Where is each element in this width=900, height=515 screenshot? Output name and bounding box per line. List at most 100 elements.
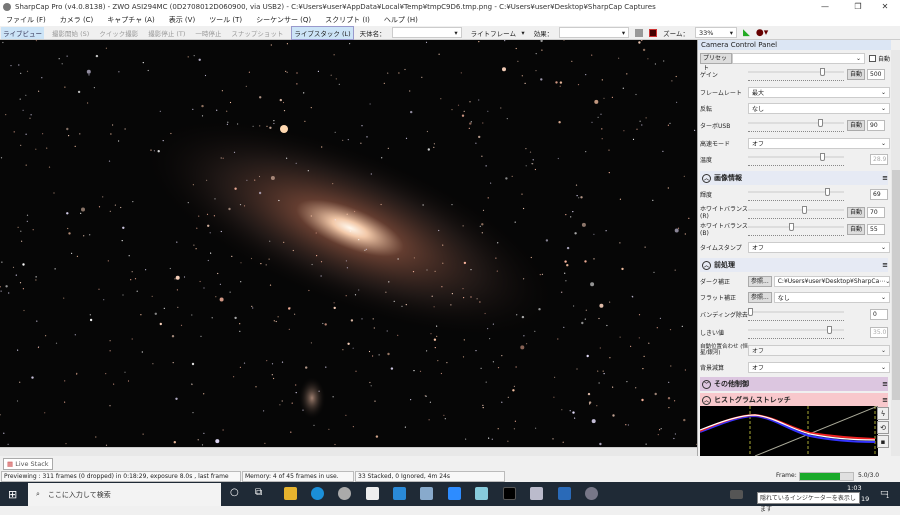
panel-scrollbar[interactable] (891, 50, 900, 456)
menu-icon[interactable]: ≡ (882, 261, 888, 269)
mail-icon[interactable] (393, 487, 406, 500)
focus-assist-icon[interactable]: ●▾ (756, 28, 768, 38)
collapse-icon[interactable]: ︿ (702, 174, 711, 183)
menu-scripting[interactable]: スクリプト (I) (325, 15, 370, 25)
tab-live-stack[interactable]: ▦ Live Stack (3, 458, 53, 470)
snapshot-button[interactable]: スナップショット (229, 27, 285, 39)
close-button[interactable]: ✕ (870, 0, 900, 13)
menu-sequencer[interactable]: シーケンサー (Q) (256, 15, 311, 25)
dark-browse-button[interactable]: 参照... (748, 275, 772, 287)
background-select[interactable]: オフ ⌄ (748, 361, 890, 373)
expand-icon[interactable]: ﹀ (702, 380, 711, 389)
app-icon[interactable] (338, 487, 351, 500)
live-stack-button[interactable]: ライブスタック (L) (291, 25, 354, 40)
histogram-icon[interactable]: ◣ (743, 28, 750, 38)
slider-thumb[interactable] (802, 206, 807, 214)
horizontal-scrollbar[interactable] (0, 447, 697, 456)
high-speed-select[interactable]: オフ ⌄ (748, 137, 890, 149)
wb-b-auto-button[interactable]: 自動 (847, 223, 866, 235)
flat-browse-button[interactable]: 参照... (748, 291, 772, 303)
taskbar-search-input[interactable]: ⌕ ここに入力して検索 (28, 483, 221, 506)
clock-time[interactable]: 1:03 (847, 484, 862, 492)
menu-camera[interactable]: カメラ (C) (60, 15, 94, 25)
brightness-slider[interactable] (748, 188, 844, 201)
minimize-button[interactable]: — (810, 0, 840, 13)
frame-type-select[interactable]: ライトフレーム ▾ (467, 27, 528, 38)
effect-select[interactable]: ▾ (559, 27, 630, 38)
quick-capture-button[interactable]: クイック撮影 (97, 27, 140, 39)
wb-b-value[interactable]: 55 (867, 223, 886, 235)
target-select[interactable]: ▾ (391, 27, 462, 38)
wb-r-value[interactable]: 70 (867, 206, 886, 218)
stop-capture-button[interactable]: 撮影停止 (T) (146, 27, 187, 39)
timestamp-select[interactable]: オフ ⌄ (748, 241, 890, 253)
edge-icon[interactable] (311, 487, 324, 500)
menu-icon[interactable]: ≡ (882, 380, 888, 388)
collapse-icon[interactable]: ︿ (702, 396, 711, 405)
notepad-icon[interactable] (475, 487, 488, 500)
menu-help[interactable]: ヘルプ (H) (384, 15, 418, 25)
save-icon[interactable]: ▪ (877, 435, 889, 448)
wb-b-slider[interactable] (748, 223, 844, 236)
section-other-controls[interactable]: ﹀ その他制御 ≡ (700, 377, 888, 391)
flip-select[interactable]: なし ⌄ (748, 102, 890, 114)
banding-slider[interactable] (748, 308, 844, 321)
gain-slider[interactable] (748, 68, 844, 81)
cortana-icon[interactable]: ○ (230, 487, 239, 498)
task-view-icon[interactable]: ⧉ (255, 487, 262, 498)
live-image-view[interactable] (0, 40, 697, 447)
dark-select[interactable]: C:¥Users¥user¥Desktop¥SharpCa⋯ ⌄ (773, 275, 890, 287)
zoom-select[interactable]: 33% ▾ (694, 27, 737, 38)
wb-r-auto-button[interactable]: 自動 (847, 206, 866, 218)
framerate-select[interactable]: 最大 ⌄ (748, 86, 890, 98)
section-preprocessing[interactable]: ︿ 前処理 ≡ (700, 258, 888, 272)
slider-thumb[interactable] (820, 68, 825, 76)
collapse-icon[interactable]: ︿ (702, 261, 711, 270)
start-capture-button[interactable]: 撮影開始 (S) (50, 27, 91, 39)
turbo-usb-value[interactable]: 90 (867, 119, 886, 131)
auto-stretch-icon[interactable]: ϟ (877, 407, 889, 420)
slider-thumb[interactable] (748, 308, 753, 316)
reset-icon[interactable]: ⟲ (877, 421, 889, 434)
section-image-info[interactable]: ︿ 画像情報 ≡ (700, 171, 888, 185)
section-histogram-stretch[interactable]: ︿ ヒストグラムストレッチ ≡ (700, 393, 888, 407)
windows-start-icon[interactable]: ⊞ (8, 488, 17, 501)
red-crosshair-icon[interactable] (649, 28, 658, 37)
preset-select[interactable]: ⌄ (732, 52, 865, 64)
paint-icon[interactable] (420, 487, 433, 500)
histogram-chart[interactable] (699, 405, 879, 457)
remote-desktop-icon[interactable] (530, 487, 543, 500)
menu-icon[interactable]: ≡ (882, 396, 888, 404)
pause-button[interactable]: 一時停止 (193, 27, 223, 39)
menu-file[interactable]: ファイル (F) (6, 15, 46, 25)
keyboard-icon[interactable] (730, 490, 743, 499)
menu-tools[interactable]: ツール (T) (209, 15, 242, 25)
banding-value[interactable]: 0 (870, 308, 888, 320)
turbo-usb-auto-button[interactable]: 自動 (847, 119, 866, 131)
clock-date[interactable]: 19 (861, 495, 869, 503)
slider-thumb[interactable] (818, 119, 824, 127)
photos-icon[interactable] (558, 487, 571, 500)
maximize-button[interactable]: ❐ (843, 0, 873, 13)
live-view-button[interactable]: ライブビュー (1, 26, 44, 39)
slider-thumb[interactable] (789, 223, 795, 231)
menu-icon[interactable]: ≡ (882, 174, 888, 182)
active-app-icon[interactable] (585, 487, 598, 500)
dark-label: ダーク補正 (700, 278, 731, 286)
store-icon[interactable] (366, 487, 379, 500)
sharpcap-icon[interactable] (503, 487, 516, 500)
gray-swatch-icon[interactable] (635, 28, 644, 37)
preset-auto-checkbox[interactable] (868, 54, 876, 62)
wb-r-slider[interactable] (748, 206, 844, 219)
flat-select[interactable]: なし ⌄ (773, 291, 890, 303)
file-explorer-icon[interactable] (284, 487, 297, 500)
brightness-value[interactable]: 69 (870, 188, 888, 200)
zoom-app-icon[interactable] (448, 487, 461, 500)
gain-value[interactable]: 500 (867, 68, 886, 80)
gain-auto-button[interactable]: 自動 (847, 68, 866, 80)
scrollbar-thumb[interactable] (892, 170, 900, 400)
turbo-usb-slider[interactable] (748, 119, 844, 132)
menu-view[interactable]: 表示 (V) (169, 15, 195, 25)
slider-thumb[interactable] (824, 188, 830, 196)
menu-capture[interactable]: キャプチャ (A) (107, 15, 154, 25)
